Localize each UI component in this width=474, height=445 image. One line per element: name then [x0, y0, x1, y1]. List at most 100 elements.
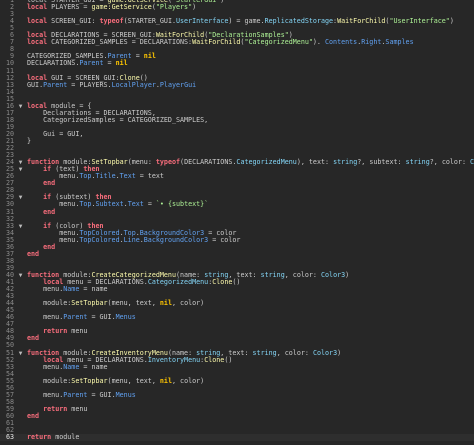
type-token: InventoryMenu: [147, 355, 201, 364]
code-text: (menu, text,: [107, 299, 160, 308]
code-text: ), text:: [296, 158, 334, 167]
code-text: , color:: [276, 348, 313, 357]
type-token: Color3: [470, 158, 474, 167]
code-text: menu.: [27, 285, 64, 294]
code-text: (menu, text,: [107, 376, 160, 385]
code-text: ): [449, 17, 454, 26]
code-text: module:: [27, 299, 72, 308]
property-token: Name: [63, 285, 80, 294]
keyword-token: end: [43, 207, 56, 216]
keyword-token: return: [43, 404, 68, 413]
code-text: = text: [135, 172, 164, 181]
property-token: LocalPlayer: [111, 80, 156, 89]
code-text: Gui = GUI,: [27, 129, 84, 138]
type-token: Color3: [312, 348, 338, 357]
code-text: ?, subtext:: [357, 158, 406, 167]
code-text: =: [103, 59, 116, 68]
keyword-token: end: [27, 411, 40, 420]
property-token: Parent: [79, 59, 104, 68]
string-token: "CategorizedMenu": [244, 38, 313, 47]
property-token: TopColored: [79, 235, 120, 244]
code-text: ): [192, 3, 197, 12]
property-token: Right: [361, 38, 382, 47]
literal-token: nil: [159, 299, 172, 308]
code-text: menu.: [27, 390, 64, 399]
code-text: module: [51, 433, 80, 442]
property-token: Subtext: [95, 200, 124, 209]
type-token: UserInterface: [176, 17, 229, 26]
code-text: PLAYERS =: [47, 3, 92, 12]
property-token: Parent: [43, 80, 68, 89]
property-token: Menus: [115, 313, 136, 322]
code-line[interactable]: 63 return module: [0, 433, 474, 442]
code-text: SCREEN_GUI:: [47, 17, 100, 26]
property-token: Line: [123, 235, 140, 244]
keyword-token: end: [27, 334, 40, 343]
code-text: menu.: [27, 313, 64, 322]
function-token: WaitForChild: [192, 38, 241, 47]
property-token: PlayerGui: [159, 80, 197, 89]
keyword-token: return: [43, 327, 68, 336]
code-text: =: [131, 52, 144, 61]
keyword-token: typeof: [155, 158, 181, 167]
keyword-token: return: [27, 433, 52, 442]
code-text: = name: [79, 362, 108, 371]
code-text: ): [345, 270, 350, 279]
property-token: BackgroundColor3: [143, 235, 209, 244]
literal-token: nil: [115, 59, 128, 68]
type-token: Color3: [321, 270, 346, 279]
code-text: ).: [312, 38, 325, 47]
code-text: module:: [27, 376, 72, 385]
type-token: string: [260, 270, 285, 279]
keyword-token: end: [43, 242, 56, 251]
code-text: menu.: [27, 362, 64, 371]
property-token: Parent: [63, 313, 88, 322]
property-token: Contents: [325, 38, 358, 47]
code-text: GUI.: [27, 80, 44, 89]
code-text: = name: [79, 285, 108, 294]
type-token: string: [252, 348, 277, 357]
code-text: = PLAYERS.: [67, 80, 112, 89]
keyword-token: local: [27, 17, 48, 26]
code-text: CategorizedSamples = CATEGORIZED_SAMPLES…: [27, 115, 209, 124]
string-token: `• {subtext}`: [155, 200, 209, 209]
code-content: return module: [27, 433, 80, 442]
code-text: (DECLARATIONS.: [180, 158, 237, 167]
code-editor[interactable]: 1 local STARTER_GUI = game:GetService("St…: [0, 0, 474, 445]
type-token: ReplicatedStorage: [264, 17, 334, 26]
literal-token: nil: [159, 376, 172, 385]
code-text: , color): [171, 376, 205, 385]
string-token: "Players": [155, 3, 193, 12]
code-text: (STARTER_GUI.: [123, 17, 176, 26]
code-text: CATEGORIZED_SAMPLES = DECLARATIONS:: [47, 38, 193, 47]
code-text: menu: [67, 404, 88, 413]
code-text: }: [27, 137, 32, 145]
property-token: Samples: [385, 38, 414, 47]
function-token: SetTopbar: [71, 299, 108, 308]
line-number: 63: [5, 433, 14, 442]
code-text: = GUI.: [87, 313, 116, 322]
code-text: (): [232, 278, 241, 286]
code-text: (): [224, 355, 233, 364]
function-token: WaitForChild: [337, 17, 386, 26]
function-token: Clone: [212, 278, 233, 286]
property-token: Parent: [63, 390, 88, 399]
code-text: , color:: [284, 270, 321, 279]
code-text: ): [337, 348, 342, 357]
type-token: string: [333, 158, 358, 167]
string-token: "UserInterface": [389, 17, 450, 26]
property-token: Top: [79, 200, 92, 209]
code-text: (menu:: [127, 158, 156, 167]
code-text: ) = game.: [228, 17, 265, 26]
keyword-token: typeof: [99, 17, 124, 26]
function-token: Clone: [204, 355, 225, 364]
code-text: = color: [208, 235, 241, 244]
code-text: = GUI.: [87, 390, 116, 399]
literal-token: nil: [143, 52, 156, 61]
type-token: string: [405, 158, 430, 167]
code-text: DECLARATIONS.: [27, 59, 80, 68]
code-text: ?, color:: [429, 158, 471, 167]
keyword-token: local: [27, 3, 48, 12]
